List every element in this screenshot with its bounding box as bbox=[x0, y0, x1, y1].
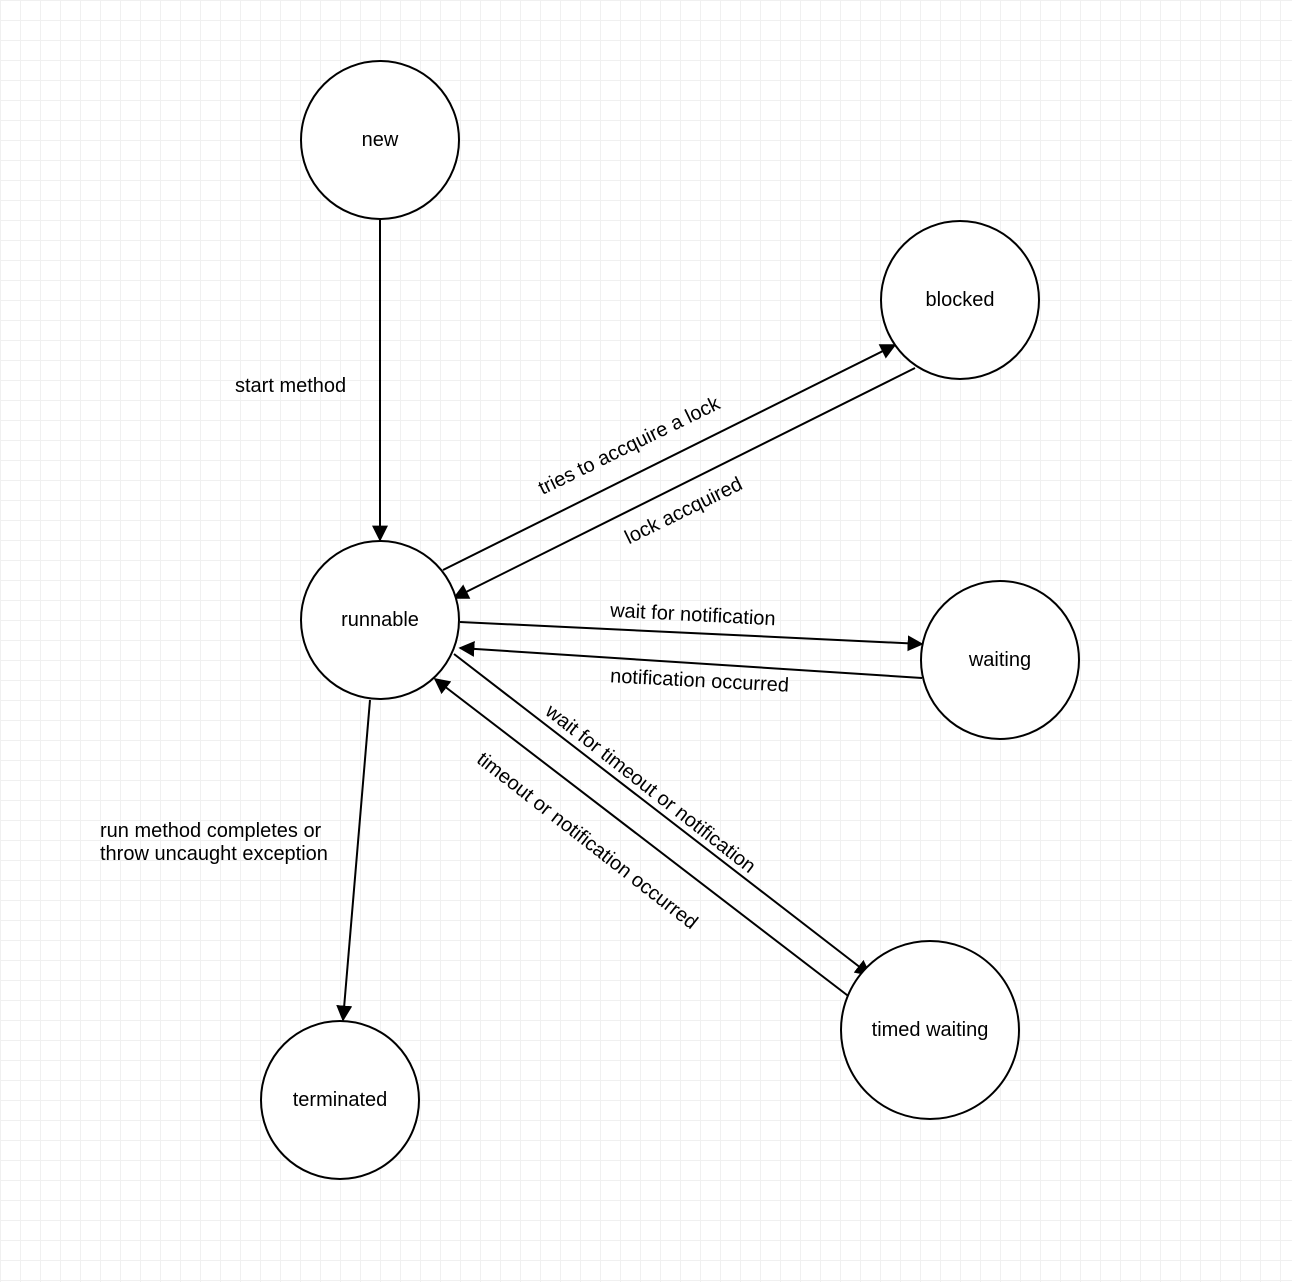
edge-label-start-method: start method bbox=[235, 375, 346, 398]
state-node-new: new bbox=[300, 60, 460, 220]
state-node-timed-waiting: timed waiting bbox=[840, 940, 1020, 1120]
state-node-blocked: blocked bbox=[880, 220, 1040, 380]
node-label: blocked bbox=[926, 289, 995, 312]
edge-blocked-to-runnable bbox=[454, 368, 915, 598]
state-node-runnable: runnable bbox=[300, 540, 460, 700]
edge-runnable-to-blocked bbox=[443, 345, 895, 570]
edge-label-run-completes: run method completes or throw uncaught e… bbox=[100, 820, 360, 866]
node-label: new bbox=[362, 129, 399, 152]
node-label: runnable bbox=[341, 609, 419, 632]
node-label: terminated bbox=[293, 1089, 388, 1112]
state-node-terminated: terminated bbox=[260, 1020, 420, 1180]
node-label: timed waiting bbox=[872, 1019, 989, 1042]
node-label: waiting bbox=[969, 649, 1031, 672]
edge-timed-to-runnable bbox=[435, 679, 860, 1005]
edges-layer bbox=[0, 0, 1292, 1282]
edge-runnable-to-timed bbox=[454, 654, 870, 975]
state-node-waiting: waiting bbox=[920, 580, 1080, 740]
